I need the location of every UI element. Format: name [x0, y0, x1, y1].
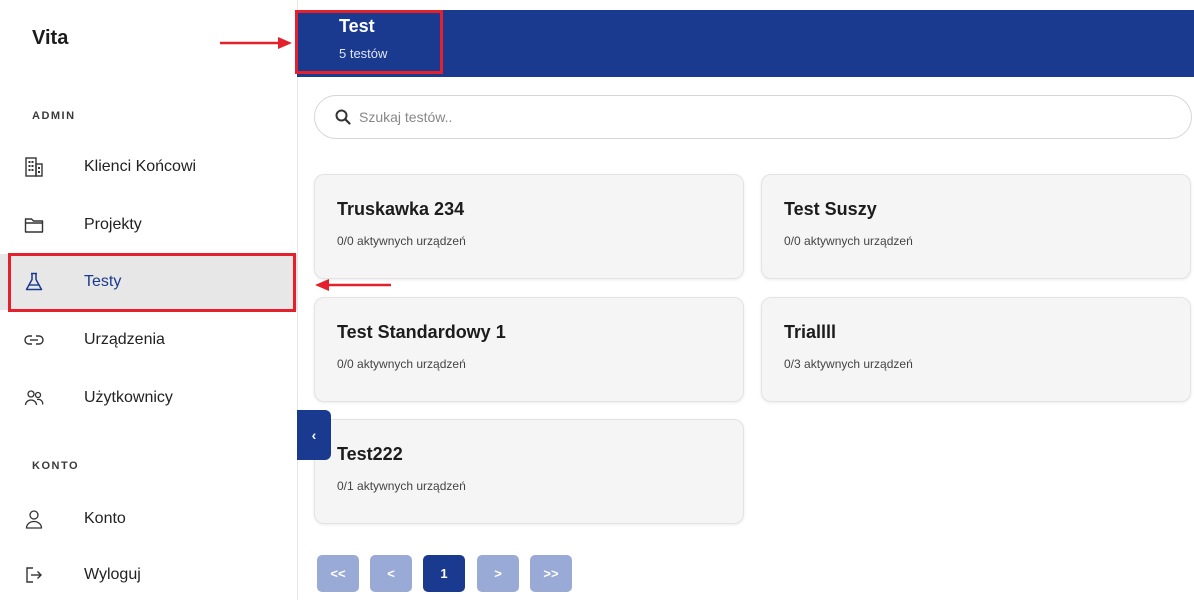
search-bar[interactable]	[314, 95, 1192, 139]
logout-icon	[24, 565, 44, 585]
page-subtitle-count: 5 testów	[339, 46, 388, 61]
test-card[interactable]: Test222 0/1 aktywnych urządzeń	[314, 419, 744, 524]
sidebar-item-label: Użytkownicy	[84, 389, 173, 406]
sidebar-item-label: Wyloguj	[84, 566, 141, 583]
user-icon	[24, 509, 44, 529]
chevron-left-icon: ‹	[311, 427, 317, 443]
sidebar-item-label: Projekty	[84, 216, 142, 233]
search-input[interactable]	[359, 109, 1159, 125]
pagination-first-button[interactable]: <<	[317, 555, 359, 592]
sidebar-item-testy[interactable]: Testy	[0, 254, 297, 310]
sidebar-item-urzadzenia[interactable]: Urządzenia	[0, 312, 297, 368]
sidebar-item-konto[interactable]: Konto	[0, 491, 297, 547]
flask-icon	[24, 272, 44, 292]
test-card[interactable]: Truskawka 234 0/0 aktywnych urządzeń	[314, 174, 744, 279]
pagination-last-button[interactable]: >>	[530, 555, 572, 592]
test-card-title: Test Suszy	[784, 199, 877, 219]
brand-logo-text: Vita	[32, 27, 69, 49]
annotation-arrow-left	[315, 279, 391, 291]
sidebar-item-label: Testy	[84, 273, 122, 290]
section-label-konto: KONTO	[32, 460, 80, 472]
folder-icon	[24, 215, 44, 235]
test-card-title: Test222	[337, 444, 403, 464]
section-label-admin: ADMIN	[32, 110, 76, 122]
search-icon	[335, 109, 351, 125]
sidebar-item-projekty[interactable]: Projekty	[0, 197, 297, 253]
pagination-prev-button[interactable]: <	[370, 555, 412, 592]
pagination-page-1[interactable]: 1	[423, 555, 465, 592]
pagination-next-button[interactable]: >	[477, 555, 519, 592]
test-card[interactable]: Test Standardowy 1 0/0 aktywnych urządze…	[314, 297, 744, 402]
test-card-title: Truskawka 234	[337, 199, 465, 219]
test-card-device-count: 0/0 aktywnych urządzeń	[337, 357, 466, 371]
collapse-sidebar-button[interactable]: ‹	[297, 410, 331, 460]
test-card[interactable]: Test Suszy 0/0 aktywnych urządzeń	[761, 174, 1191, 279]
link-icon	[24, 330, 44, 350]
page-header: Test 5 testów	[297, 10, 1194, 77]
test-card-device-count: 0/0 aktywnych urządzeń	[337, 234, 466, 248]
test-card-title: Test Standardowy 1	[337, 322, 506, 342]
test-card-title: Triallll	[784, 322, 837, 342]
test-card-device-count: 0/0 aktywnych urządzeń	[784, 234, 913, 248]
users-icon	[24, 388, 44, 408]
sidebar-item-uzytkownicy[interactable]: Użytkownicy	[0, 370, 297, 426]
sidebar-item-wyloguj[interactable]: Wyloguj	[0, 547, 297, 600]
page-title: Test	[339, 16, 375, 36]
sidebar: Vita ADMIN Klienci Końcowi Projekty Test…	[0, 0, 298, 600]
test-card-device-count: 0/3 aktywnych urządzeń	[784, 357, 913, 371]
sidebar-item-label: Konto	[84, 510, 126, 527]
sidebar-item-label: Urządzenia	[84, 331, 165, 348]
building-icon	[24, 157, 44, 177]
test-card-device-count: 0/1 aktywnych urządzeń	[337, 479, 466, 493]
annotation-arrow-right	[220, 37, 292, 49]
test-card[interactable]: Triallll 0/3 aktywnych urządzeń	[761, 297, 1191, 402]
sidebar-item-label: Klienci Końcowi	[84, 158, 197, 175]
sidebar-item-klienci[interactable]: Klienci Końcowi	[0, 139, 297, 195]
